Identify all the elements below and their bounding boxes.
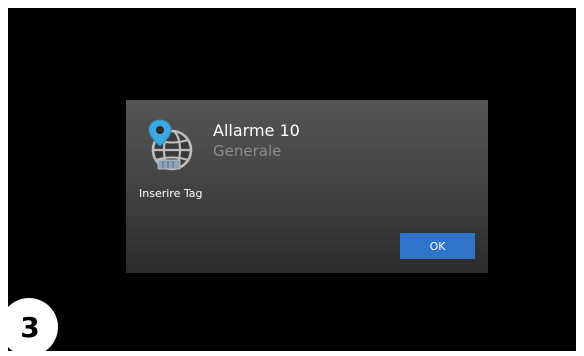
device-screen: Allarme 10 Generale Inserire Tag OK	[8, 8, 576, 351]
ok-button[interactable]: OK	[400, 233, 475, 259]
alarm-dialog: Allarme 10 Generale Inserire Tag OK	[126, 100, 488, 273]
step-number: 3	[20, 311, 40, 344]
dialog-subtitle: Generale	[213, 142, 282, 160]
dialog-message: Inserire Tag	[139, 187, 203, 200]
dialog-title: Allarme 10	[213, 121, 300, 140]
globe-location-pin-icon	[148, 119, 193, 171]
